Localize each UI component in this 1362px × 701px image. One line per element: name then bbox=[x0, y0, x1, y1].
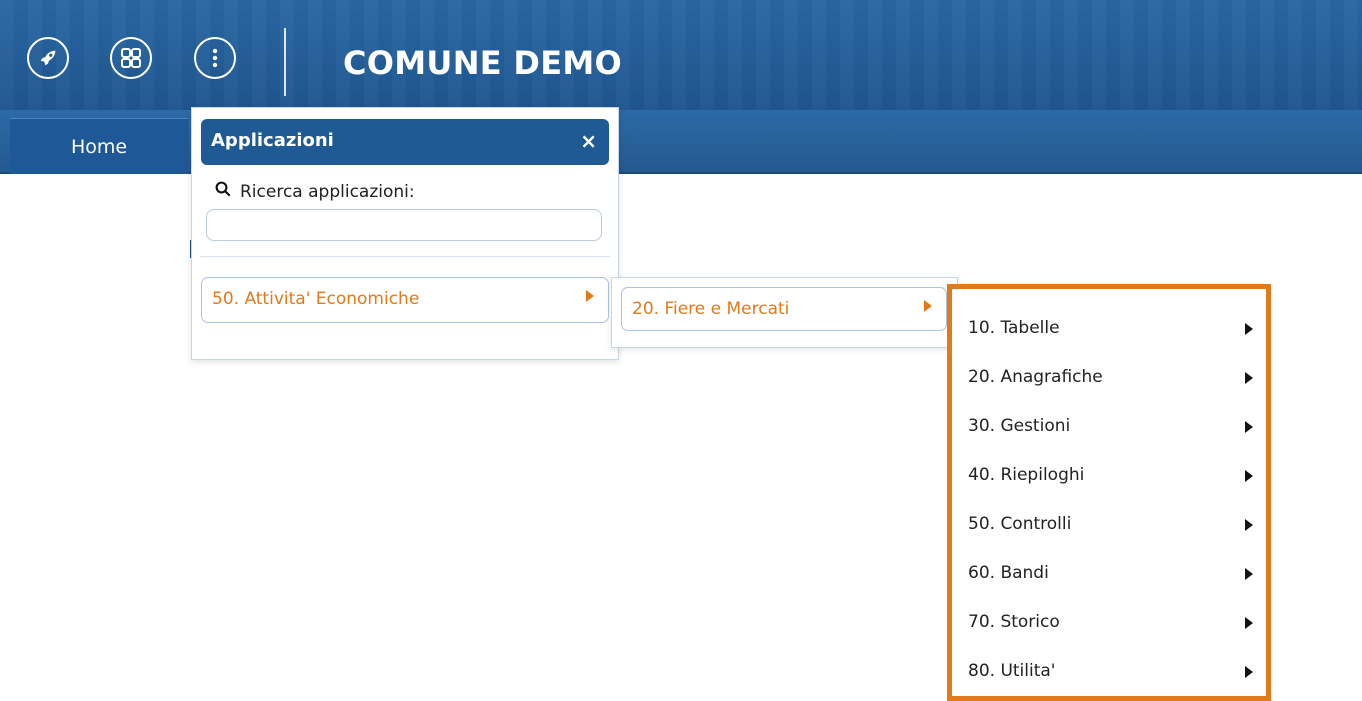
chevron-right-icon bbox=[586, 290, 594, 302]
chevron-right-icon bbox=[1245, 421, 1253, 433]
more-options-button[interactable] bbox=[194, 37, 236, 79]
chevron-right-icon bbox=[1245, 666, 1253, 678]
chevron-right-icon bbox=[1245, 617, 1253, 629]
submenu-item-controlli[interactable]: 50. Controlli bbox=[957, 510, 1257, 540]
submenu-item-storico[interactable]: 70. Storico bbox=[957, 608, 1257, 638]
search-icon bbox=[214, 180, 232, 203]
menu-item-label: 50. Attivita' Economiche bbox=[212, 289, 420, 309]
submenu-item-label: 80. Utilita' bbox=[968, 661, 1056, 681]
chevron-right-icon bbox=[1245, 323, 1253, 335]
submenu-level-2: 10. Tabelle 20. Anagrafiche 30. Gestioni… bbox=[947, 284, 1271, 701]
submenu-item-tabelle[interactable]: 10. Tabelle bbox=[957, 314, 1257, 344]
submenu-item-riepiloghi[interactable]: 40. Riepiloghi bbox=[957, 461, 1257, 491]
menu-item-fiere-e-mercati[interactable]: 20. Fiere e Mercati bbox=[621, 287, 947, 331]
header-divider bbox=[284, 28, 286, 96]
applications-panel-header: Applicazioni × bbox=[201, 119, 609, 165]
close-icon[interactable]: × bbox=[580, 129, 597, 153]
apps-grid-button[interactable] bbox=[110, 37, 152, 79]
search-applications-input[interactable] bbox=[206, 209, 602, 241]
app-title: COMUNE DEMO bbox=[343, 44, 623, 82]
submenu-item-gestioni[interactable]: 30. Gestioni bbox=[957, 412, 1257, 442]
chevron-right-icon bbox=[1245, 372, 1253, 384]
menu-item-label: 20. Fiere e Mercati bbox=[632, 299, 790, 319]
submenu-level-1: 20. Fiere e Mercati bbox=[611, 277, 958, 348]
chevron-right-icon bbox=[924, 300, 932, 312]
menu-item-attivita-economiche[interactable]: 50. Attivita' Economiche bbox=[201, 277, 609, 323]
submenu-item-label: 20. Anagrafiche bbox=[968, 367, 1103, 387]
submenu-item-bandi[interactable]: 60. Bandi bbox=[957, 559, 1257, 589]
submenu-item-label: 50. Controlli bbox=[968, 514, 1072, 534]
chevron-right-icon bbox=[1245, 568, 1253, 580]
chevron-right-icon bbox=[1245, 470, 1253, 482]
submenu-item-utilita[interactable]: 80. Utilita' bbox=[957, 657, 1257, 687]
apps-grid-icon bbox=[119, 46, 143, 70]
submenu-item-label: 30. Gestioni bbox=[968, 416, 1071, 436]
search-label-row: Ricerca applicazioni: bbox=[214, 180, 415, 203]
submenu-item-label: 10. Tabelle bbox=[968, 318, 1060, 338]
rocket-icon bbox=[37, 47, 59, 69]
chevron-right-icon bbox=[1245, 519, 1253, 531]
submenu-item-label: 40. Riepiloghi bbox=[968, 465, 1085, 485]
submenu-item-label: 70. Storico bbox=[968, 612, 1060, 632]
submenu-item-label: 60. Bandi bbox=[968, 563, 1049, 583]
applications-panel: Applicazioni × Ricerca applicazioni: 50.… bbox=[191, 107, 619, 360]
applications-panel-title: Applicazioni bbox=[211, 130, 334, 151]
submenu-item-anagrafiche[interactable]: 20. Anagrafiche bbox=[957, 363, 1257, 393]
tab-home[interactable]: Home bbox=[10, 118, 188, 174]
rocket-button[interactable] bbox=[27, 37, 69, 79]
top-header: COMUNE DEMO bbox=[0, 0, 1362, 110]
panel-divider bbox=[200, 256, 610, 257]
more-vertical-icon bbox=[211, 47, 219, 69]
search-label: Ricerca applicazioni: bbox=[240, 181, 415, 202]
